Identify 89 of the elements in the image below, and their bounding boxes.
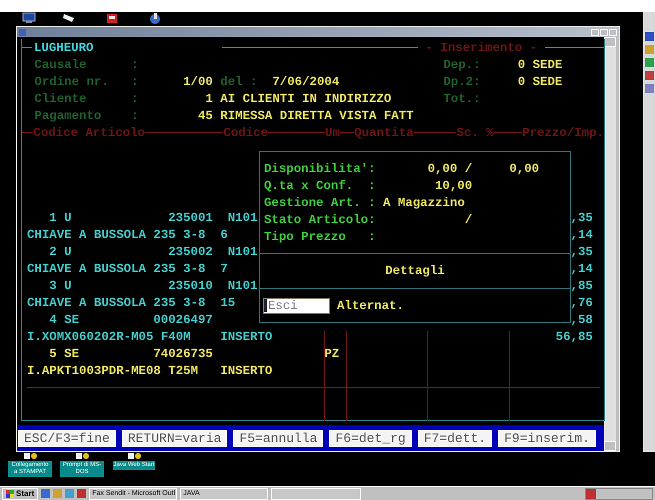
column-header: Prezzo/Imp. (522, 126, 604, 140)
table-cell-text: 235010 (167, 278, 213, 294)
field-label: del : (220, 74, 258, 88)
function-key-button[interactable]: F7=dett. (418, 430, 492, 446)
function-key-button[interactable]: F9=inserim. (498, 430, 596, 446)
close-button[interactable] (609, 28, 617, 36)
mode-label: - Inserimento - (424, 40, 538, 54)
table-cell-text: 5 SE (49, 346, 80, 362)
function-key-button[interactable]: RETURN=varia (122, 430, 228, 446)
table-cell-text: 235001 (167, 210, 213, 226)
field-label: Stato Articolo: (264, 212, 377, 226)
field-label: Dp.2: (443, 74, 481, 88)
column-header: Sc. % (456, 126, 494, 140)
table-cell: 7 (220, 260, 228, 278)
table-cell-text: 3 U (49, 278, 73, 294)
field-value: 0,00 (509, 162, 540, 176)
field-label: Pagamento : (33, 108, 140, 122)
field-label: Disponibilita': (264, 162, 377, 176)
computer-icon[interactable] (22, 12, 36, 24)
screen-title: LUGHEURO (33, 40, 94, 54)
table-cell-text: 1 U (49, 210, 73, 226)
column-header: Um (325, 126, 340, 140)
table-cell: ,85 (570, 278, 593, 294)
table-cell: 56,85 (556, 328, 593, 346)
shortcut-icon[interactable] (75, 452, 89, 460)
shortcut-icon[interactable] (23, 452, 37, 460)
field-value: 0 SEDE (516, 58, 562, 72)
minimize-button[interactable] (591, 28, 599, 36)
terminal-icon (19, 28, 26, 36)
field-label: Ordine nr. : (33, 74, 140, 88)
order-line[interactable]: 5 SE 74026735 PZ I.APKT1003PDR-ME08 T25M INSERTO (27, 346, 604, 380)
field-label: Causale : (33, 58, 140, 72)
table-cell-text: CHIAVE A BUSSOLA 235 3-8 (27, 260, 206, 278)
scroll-down-button[interactable] (604, 441, 616, 451)
field-value: 1/00 (182, 74, 213, 88)
field-value: 0,00 / (426, 162, 472, 176)
field-label: Tot.: (443, 92, 481, 106)
table-cell-text: CHIAVE A BUSSOLA 235 3-8 (27, 294, 206, 312)
table-cell-text: 00026497 (152, 312, 213, 328)
field-label: Tipo Prezzo : (264, 230, 377, 244)
table-cell: INSERTO (220, 362, 272, 380)
function-key-button[interactable]: F5=annulla (233, 430, 324, 446)
function-key-button[interactable]: ESC/F3=fine (18, 430, 116, 446)
field-value: 10,00 (434, 178, 472, 192)
table-cell: ,35 (570, 244, 593, 260)
field-label: Dep.: (443, 58, 481, 72)
table-cell: PZ (324, 346, 340, 362)
field-label: Cliente : (33, 92, 140, 106)
popup-title: Dettagli (385, 264, 445, 278)
field-value: A Magazzino (382, 196, 466, 210)
column-header: Codice (223, 126, 268, 140)
taskbar-button[interactable] (271, 488, 362, 500)
table-cell: N101 (228, 210, 258, 226)
app-icon[interactable] (105, 12, 119, 24)
field-label: Q.ta x Conf. : (264, 178, 377, 192)
table-cell-text: CHIAVE A BUSSOLA 235 3-8 (27, 226, 206, 244)
field-value: 0 SEDE (516, 74, 562, 88)
field-value: RIMESSA DIRETTA VISTA FATT (220, 108, 414, 122)
maximize-button[interactable] (600, 28, 608, 36)
alternat-option[interactable]: Alternat. (337, 298, 404, 312)
field-value: 1 (204, 92, 213, 106)
field-value: / (464, 212, 472, 226)
shortcut-icon[interactable] (127, 452, 141, 460)
scroll-up-button[interactable] (604, 37, 616, 47)
table-cell: 6 (220, 226, 228, 244)
table-cell-text: I.XOMX060202R-M05 F40M (27, 328, 192, 346)
column-header: Quantita (354, 126, 414, 140)
table-cell-text: 74026735 (152, 346, 213, 362)
app-icon[interactable] (148, 12, 162, 24)
field-value: 45 (196, 108, 213, 122)
table-cell-text: 235002 (167, 244, 213, 260)
input-field[interactable]: Esci (263, 298, 330, 314)
function-key-button[interactable]: F6=det_rg (329, 430, 412, 446)
field-value: 7/06/2004 (272, 74, 340, 88)
table-cell: N101 (228, 278, 258, 294)
windows-logo-icon (6, 490, 14, 498)
column-header: Codice Articolo (33, 126, 145, 140)
table-cell: 15 (220, 294, 236, 312)
system-tray (585, 488, 653, 500)
scrollbar[interactable] (604, 37, 616, 451)
table-cell: N101 (228, 244, 258, 260)
table-cell-text: 2 U (49, 244, 73, 260)
table-cell: ,58 (570, 312, 593, 328)
table-cell: INSERTO (220, 328, 272, 346)
field-value: AI CLIENTI IN INDIRIZZO (220, 92, 392, 106)
start-button[interactable]: Start (2, 488, 38, 500)
table-cell-text: I.APKT1003PDR-ME08 T25M (27, 362, 200, 380)
field-label: Gestione Art. : (264, 196, 377, 210)
table-cell-text: 4 SE (49, 312, 80, 328)
